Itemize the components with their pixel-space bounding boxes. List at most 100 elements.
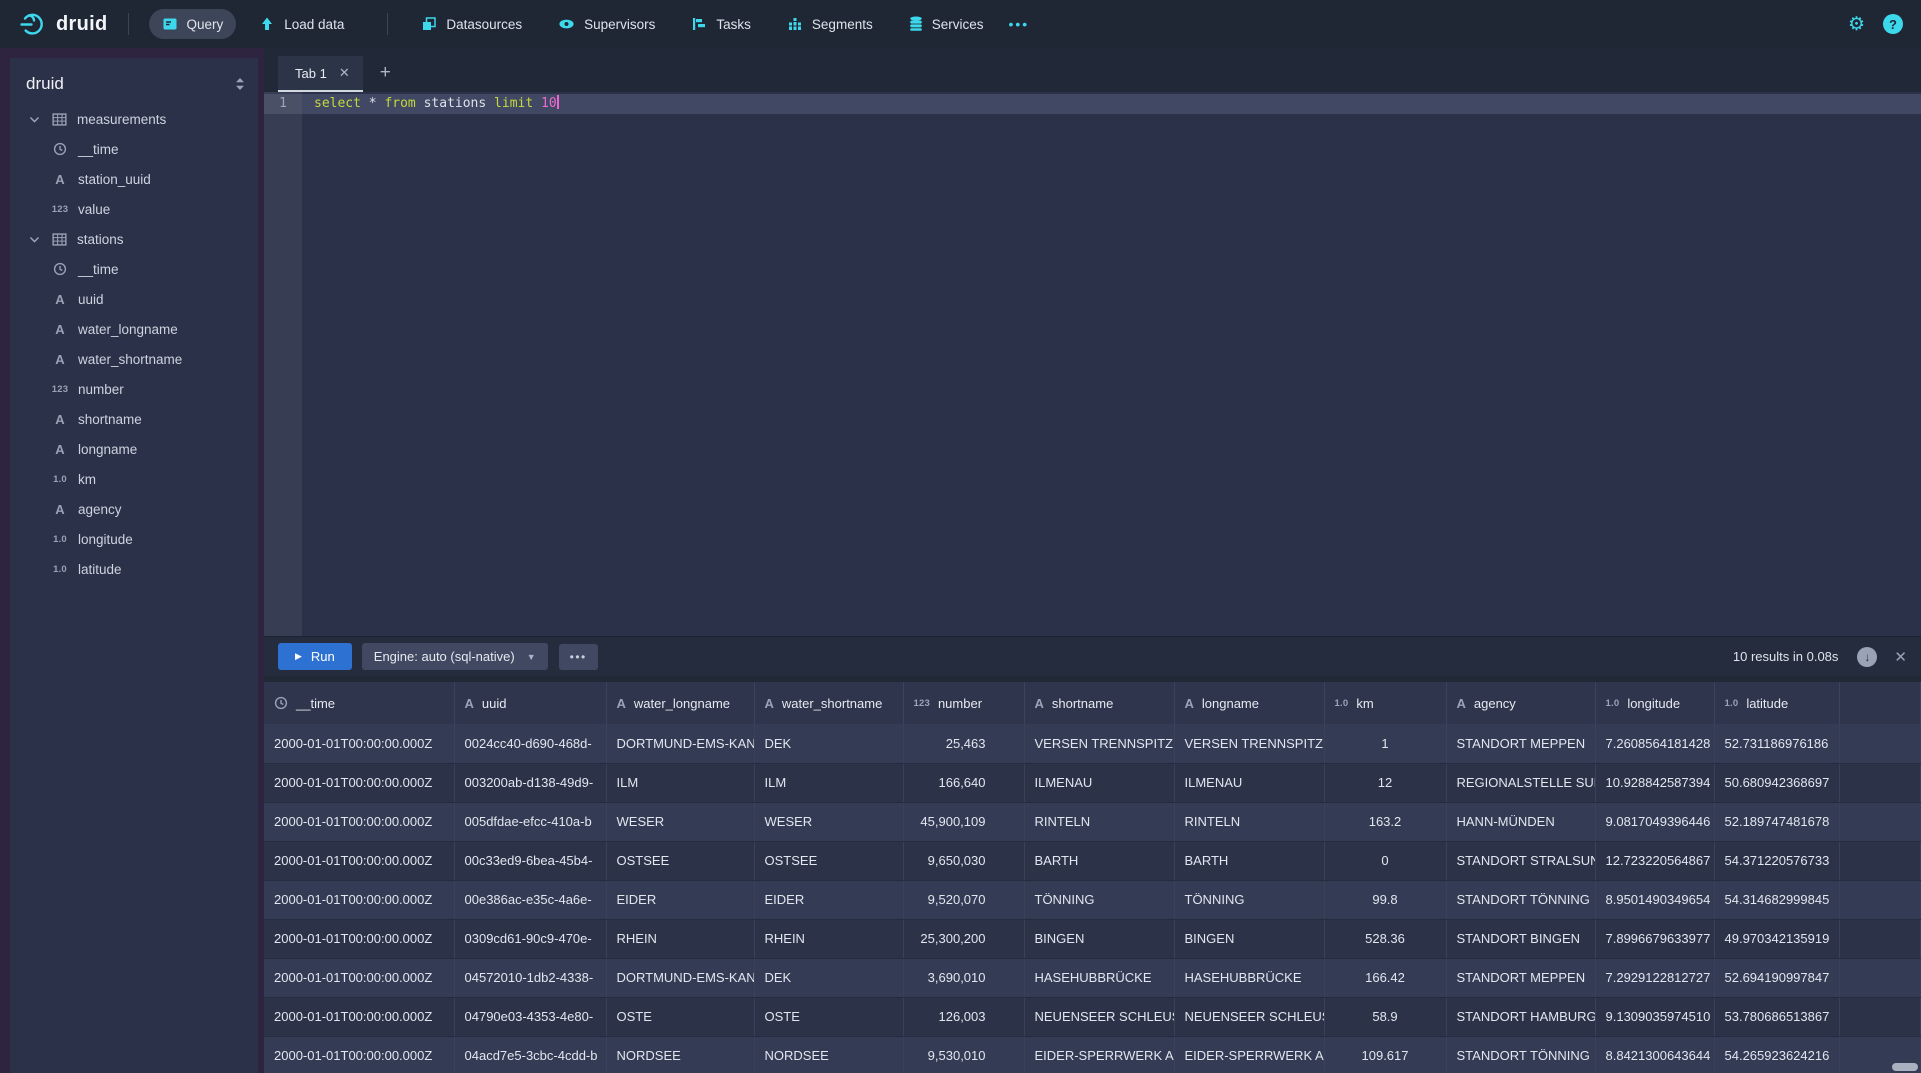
- cell-water_shortname[interactable]: DEK: [754, 724, 903, 763]
- cell-latitude[interactable]: 52.731186976186: [1714, 724, 1839, 763]
- cell-__time[interactable]: 2000-01-01T00:00:00.000Z: [264, 1036, 454, 1073]
- cell-latitude[interactable]: 53.780686513867: [1714, 997, 1839, 1036]
- tree-column-water_shortname[interactable]: Awater_shortname: [10, 344, 258, 374]
- tree-column-number[interactable]: 123number: [10, 374, 258, 404]
- cell-water_longname[interactable]: ILM: [606, 763, 754, 802]
- cell-water_shortname[interactable]: RHEIN: [754, 919, 903, 958]
- cell-water_longname[interactable]: DORTMUND-EMS-KANAL: [606, 958, 754, 997]
- cell-longname[interactable]: BARTH: [1174, 841, 1324, 880]
- cell-shortname[interactable]: VERSEN TRENNSPITZE: [1024, 724, 1174, 763]
- cell-longname[interactable]: HASEHUBBRÜCKE: [1174, 958, 1324, 997]
- cell-uuid[interactable]: 005dfdae-efcc-410a-b: [454, 802, 606, 841]
- nav-more-button[interactable]: •••: [1008, 16, 1029, 32]
- nav-item-query[interactable]: Query: [149, 9, 237, 39]
- cell-__time[interactable]: 2000-01-01T00:00:00.000Z: [264, 958, 454, 997]
- cell-water_longname[interactable]: OSTE: [606, 997, 754, 1036]
- cell-agency[interactable]: STANDORT TÖNNING: [1446, 1036, 1595, 1073]
- cell-shortname[interactable]: BARTH: [1024, 841, 1174, 880]
- column-header-__time[interactable]: __time: [264, 682, 454, 724]
- tree-column-shortname[interactable]: Ashortname: [10, 404, 258, 434]
- query-more-button[interactable]: •••: [559, 644, 598, 670]
- cell-longitude[interactable]: 9.0817049396446: [1595, 802, 1714, 841]
- tab-1[interactable]: Tab 1 ✕: [278, 56, 363, 92]
- cell-km[interactable]: 163.2: [1324, 802, 1446, 841]
- cell-latitude[interactable]: 49.970342135919: [1714, 919, 1839, 958]
- cell-uuid[interactable]: 04790e03-4353-4e80-: [454, 997, 606, 1036]
- cell-number[interactable]: 3,690,010: [903, 958, 1024, 997]
- cell-shortname[interactable]: RINTELN: [1024, 802, 1174, 841]
- cell-water_longname[interactable]: DORTMUND-EMS-KANAL: [606, 724, 754, 763]
- run-button[interactable]: ▶ Run: [278, 643, 352, 670]
- cell-latitude[interactable]: 50.680942368697: [1714, 763, 1839, 802]
- cell-agency[interactable]: HANN-MÜNDEN: [1446, 802, 1595, 841]
- cell-__time[interactable]: 2000-01-01T00:00:00.000Z: [264, 724, 454, 763]
- tree-column-uuid[interactable]: Auuid: [10, 284, 258, 314]
- nav-item-segments[interactable]: Segments: [774, 9, 886, 39]
- nav-item-supervisors[interactable]: Supervisors: [545, 9, 668, 39]
- cell-km[interactable]: 0: [1324, 841, 1446, 880]
- cell-agency[interactable]: REGIONALSTELLE SUHL: [1446, 763, 1595, 802]
- cell-km[interactable]: 12: [1324, 763, 1446, 802]
- help-icon[interactable]: ?: [1883, 14, 1903, 34]
- cell-agency[interactable]: STANDORT STRALSUND: [1446, 841, 1595, 880]
- cell-uuid[interactable]: 04572010-1db2-4338-: [454, 958, 606, 997]
- cell-water_longname[interactable]: WESER: [606, 802, 754, 841]
- cell-__time[interactable]: 2000-01-01T00:00:00.000Z: [264, 841, 454, 880]
- column-header-agency[interactable]: Aagency: [1446, 682, 1595, 724]
- cell-__time[interactable]: 2000-01-01T00:00:00.000Z: [264, 880, 454, 919]
- cell-longname[interactable]: ILMENAU: [1174, 763, 1324, 802]
- cell-longitude[interactable]: 10.928842587394: [1595, 763, 1714, 802]
- cell-shortname[interactable]: ILMENAU: [1024, 763, 1174, 802]
- engine-select[interactable]: Engine: auto (sql-native) ▼: [362, 643, 548, 670]
- tree-table-stations[interactable]: stations: [10, 224, 258, 254]
- column-header-latitude[interactable]: 1.0latitude: [1714, 682, 1839, 724]
- cell-uuid[interactable]: 00e386ac-e35c-4a6e-: [454, 880, 606, 919]
- cell-km[interactable]: 1: [1324, 724, 1446, 763]
- tab-close-icon[interactable]: ✕: [339, 65, 350, 81]
- tree-column-longitude[interactable]: 1.0longitude: [10, 524, 258, 554]
- cell-number[interactable]: 9,530,010: [903, 1036, 1024, 1073]
- nav-item-datasources[interactable]: Datasources: [408, 9, 535, 39]
- cell-shortname[interactable]: BINGEN: [1024, 919, 1174, 958]
- column-header-longname[interactable]: Alongname: [1174, 682, 1324, 724]
- cell-km[interactable]: 528.36: [1324, 919, 1446, 958]
- cell-longname[interactable]: TÖNNING: [1174, 880, 1324, 919]
- tree-column-agency[interactable]: Aagency: [10, 494, 258, 524]
- gear-icon[interactable]: ⚙: [1848, 13, 1865, 36]
- horizontal-scrollbar[interactable]: [1892, 1063, 1918, 1071]
- nav-item-services[interactable]: Services: [896, 9, 997, 39]
- cell-km[interactable]: 166.42: [1324, 958, 1446, 997]
- nav-item-load-data[interactable]: Load data: [246, 9, 357, 39]
- cell-water_longname[interactable]: NORDSEE: [606, 1036, 754, 1073]
- column-header-number[interactable]: 123number: [903, 682, 1024, 724]
- cell-water_shortname[interactable]: ILM: [754, 763, 903, 802]
- cell-longitude[interactable]: 7.2608564181428: [1595, 724, 1714, 763]
- cell-agency[interactable]: STANDORT HAMBURG: [1446, 997, 1595, 1036]
- cell-uuid[interactable]: 04acd7e5-3cbc-4cdd-b: [454, 1036, 606, 1073]
- cell-longitude[interactable]: 7.8996679633977: [1595, 919, 1714, 958]
- cell-longname[interactable]: EIDER-SPERRWERK AP: [1174, 1036, 1324, 1073]
- cell-shortname[interactable]: HASEHUBBRÜCKE: [1024, 958, 1174, 997]
- druid-logo[interactable]: druid: [18, 10, 108, 38]
- cell-latitude[interactable]: 52.694190997847: [1714, 958, 1839, 997]
- cell-water_shortname[interactable]: EIDER: [754, 880, 903, 919]
- double-caret-vertical-icon[interactable]: [234, 77, 246, 91]
- cell-longitude[interactable]: 8.8421300643644: [1595, 1036, 1714, 1073]
- cell-__time[interactable]: 2000-01-01T00:00:00.000Z: [264, 763, 454, 802]
- cell-latitude[interactable]: 54.265923624216: [1714, 1036, 1839, 1073]
- cell-water_longname[interactable]: RHEIN: [606, 919, 754, 958]
- tree-table-measurements[interactable]: measurements: [10, 104, 258, 134]
- cell-uuid[interactable]: 0024cc40-d690-468d-: [454, 724, 606, 763]
- cell-agency[interactable]: STANDORT TÖNNING: [1446, 880, 1595, 919]
- cell-longname[interactable]: BINGEN: [1174, 919, 1324, 958]
- cell-water_shortname[interactable]: DEK: [754, 958, 903, 997]
- cell-water_shortname[interactable]: OSTSEE: [754, 841, 903, 880]
- cell-number[interactable]: 25,300,200: [903, 919, 1024, 958]
- cell-uuid[interactable]: 003200ab-d138-49d9-: [454, 763, 606, 802]
- nav-item-tasks[interactable]: Tasks: [678, 9, 764, 39]
- cell-km[interactable]: 99.8: [1324, 880, 1446, 919]
- cell-water_shortname[interactable]: OSTE: [754, 997, 903, 1036]
- cell-shortname[interactable]: EIDER-SPERRWERK AP: [1024, 1036, 1174, 1073]
- tree-column-km[interactable]: 1.0km: [10, 464, 258, 494]
- column-header-water_shortname[interactable]: Awater_shortname: [754, 682, 903, 724]
